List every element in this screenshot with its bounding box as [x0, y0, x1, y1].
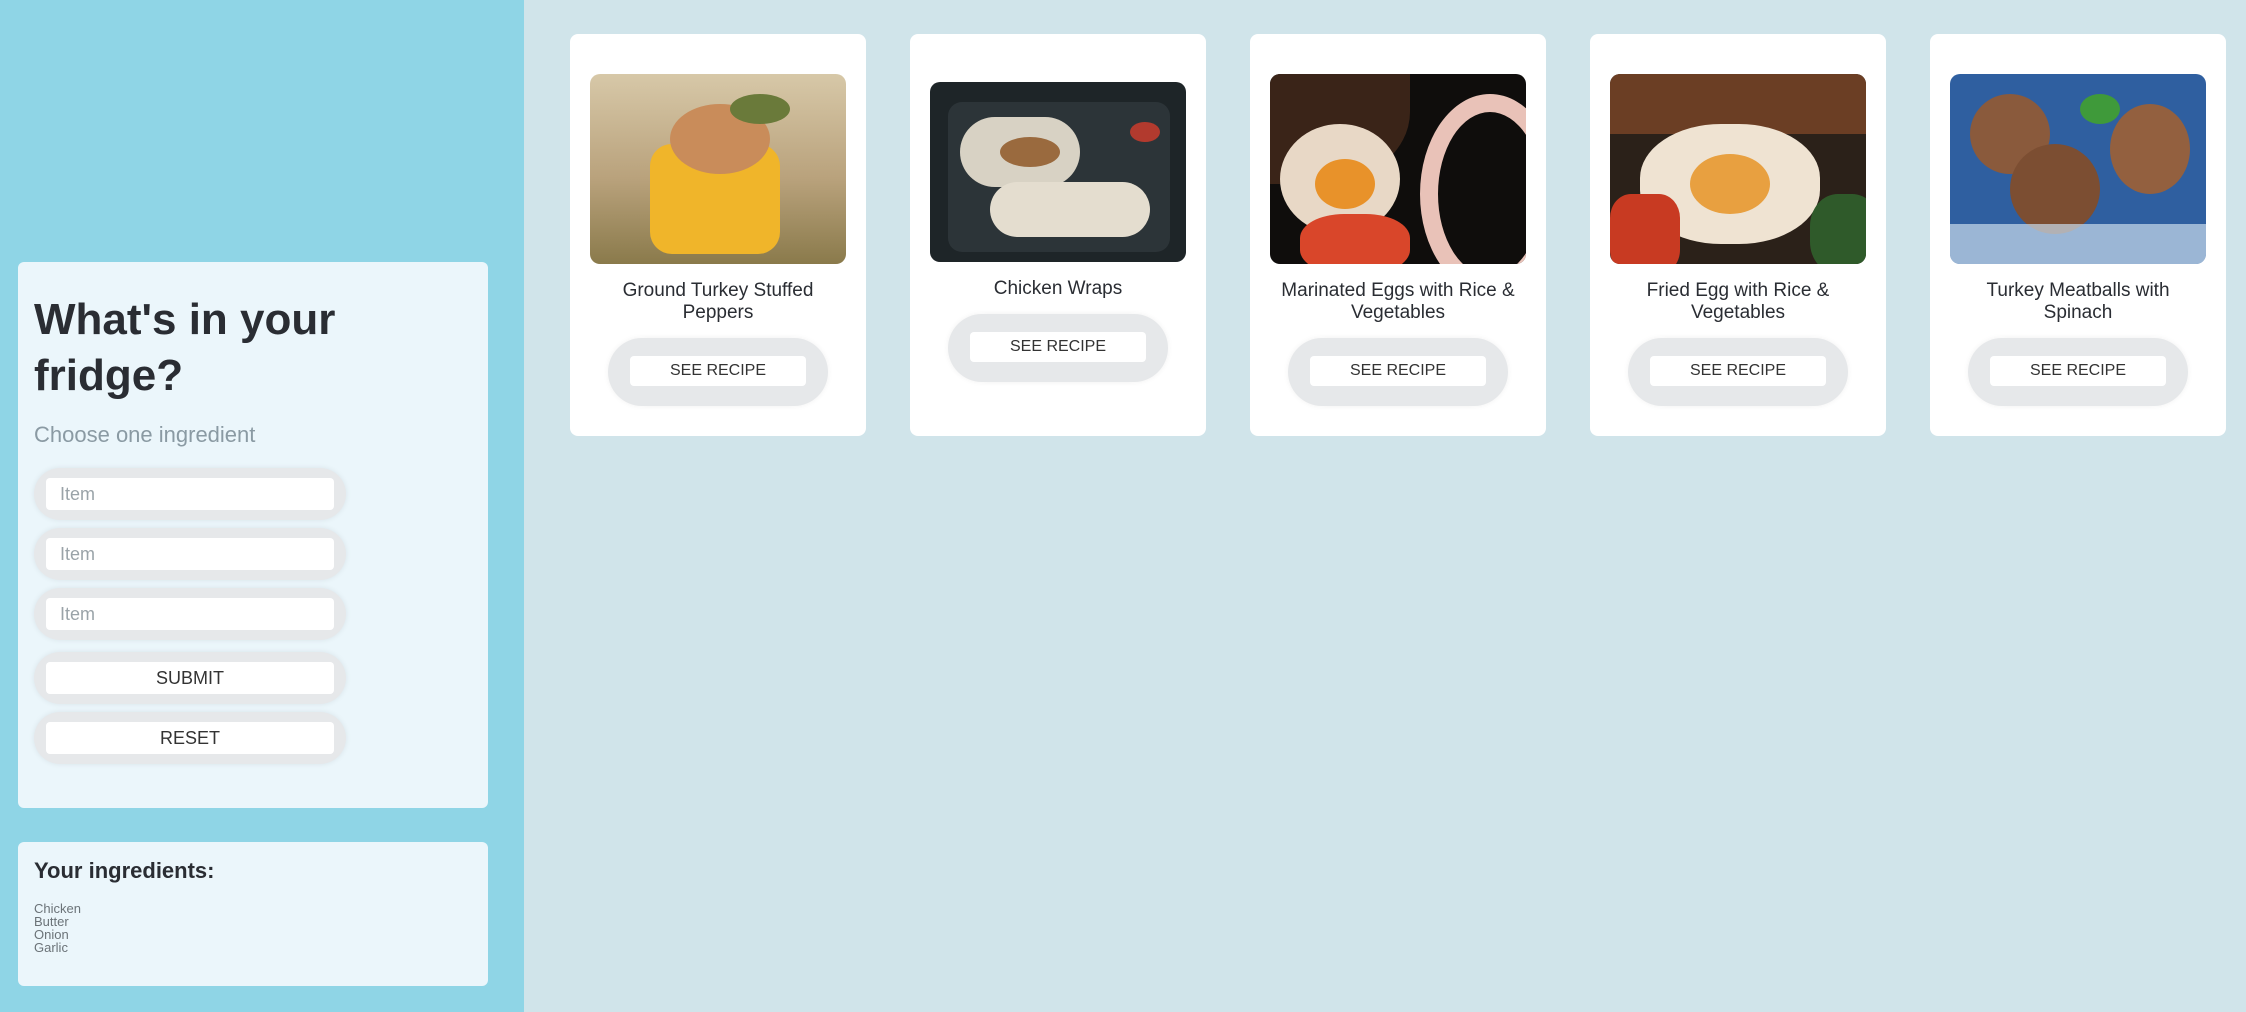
recipe-title: Marinated Eggs with Rice & Vegetables — [1281, 280, 1515, 323]
form-title: What's in your fridge? — [34, 295, 336, 400]
ingredient-item: Onion — [34, 927, 69, 942]
ingredient-item: Butter — [34, 914, 69, 929]
see-recipe-button-wrapper: SEE RECIPE — [1628, 338, 1848, 406]
ingredient-item: Garlic — [34, 940, 68, 955]
see-recipe-button-wrapper: SEE RECIPE — [608, 338, 828, 406]
recipe-card: Chicken Wraps SEE RECIPE — [910, 34, 1206, 436]
see-recipe-button[interactable]: SEE RECIPE — [630, 356, 806, 386]
see-recipe-button-wrapper: SEE RECIPE — [1288, 338, 1508, 406]
see-recipe-button-wrapper: SEE RECIPE — [1968, 338, 2188, 406]
wrap-photo — [930, 82, 1186, 262]
submit-button-wrapper: SUBMIT — [34, 652, 346, 704]
form-subtitle: Choose one ingredient — [34, 422, 256, 447]
submit-button[interactable]: SUBMIT — [46, 662, 334, 694]
ingredient-input-wrapper-1 — [34, 468, 346, 520]
recipe-title: Ground Turkey Stuffed Peppers — [622, 280, 814, 323]
see-recipe-button[interactable]: SEE RECIPE — [1650, 356, 1826, 386]
see-recipe-button-wrapper: SEE RECIPE — [948, 314, 1168, 382]
recipe-title: Chicken Wraps — [993, 278, 1123, 299]
reset-button-wrapper: RESET — [34, 712, 346, 764]
meatballs-photo — [1950, 74, 2206, 264]
ingredients-panel: Your ingredients: Chicken Butter Onion G… — [18, 842, 488, 986]
see-recipe-button[interactable]: SEE RECIPE — [970, 332, 1146, 362]
stuffed-peppers-photo — [590, 74, 846, 264]
ingredient-input-wrapper-2 — [34, 528, 346, 580]
recipe-card: Marinated Eggs with Rice & Vegetables SE… — [1250, 34, 1546, 436]
ingredient-input-2[interactable] — [46, 538, 334, 570]
ingredient-input-1[interactable] — [46, 478, 334, 510]
ingredient-input-3[interactable] — [46, 598, 334, 630]
see-recipe-button[interactable]: SEE RECIPE — [1310, 356, 1486, 386]
reset-button[interactable]: RESET — [46, 722, 334, 754]
see-recipe-button[interactable]: SEE RECIPE — [1990, 356, 2166, 386]
recipe-title: Fried Egg with Rice & Vegetables — [1646, 280, 1830, 323]
ingredient-input-wrapper-3 — [34, 588, 346, 640]
recipe-card: Fried Egg with Rice & Vegetables SEE REC… — [1590, 34, 1886, 436]
sidebar: What's in your fridge? Choose one ingred… — [0, 0, 524, 1012]
ingredient-item: Chicken — [34, 901, 81, 916]
recipe-title: Turkey Meatballs with Spinach — [1986, 280, 2170, 323]
ingredients-title: Your ingredients: — [34, 858, 215, 883]
ingredient-form-panel: What's in your fridge? Choose one ingred… — [18, 262, 488, 808]
recipe-cards: Ground Turkey Stuffed Peppers SEE RECIPE… — [570, 34, 2226, 436]
recipe-card: Turkey Meatballs with Spinach SEE RECIPE — [1930, 34, 2226, 436]
recipe-card: Ground Turkey Stuffed Peppers SEE RECIPE — [570, 34, 866, 436]
eggs-rice-photo — [1270, 74, 1526, 264]
ingredients-list: Chicken Butter Onion Garlic — [34, 902, 472, 954]
fried-egg-photo — [1610, 74, 1866, 264]
